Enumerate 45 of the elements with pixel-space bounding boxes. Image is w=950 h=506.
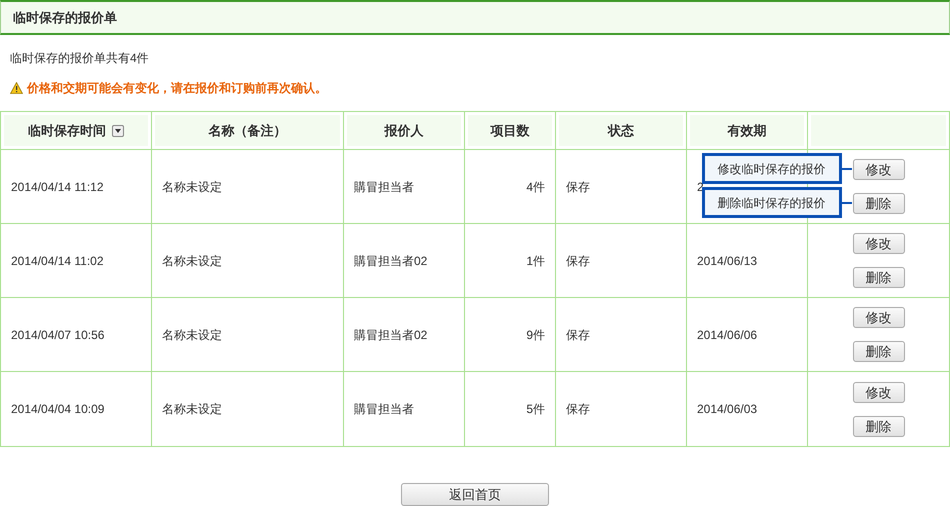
edit-button[interactable]: 修改 <box>852 233 904 254</box>
table-cell-text: 1件 <box>526 252 545 270</box>
table-cell-text: 2014/04/14 11:02 <box>11 252 104 270</box>
table-cell-text: 9件 <box>526 326 545 344</box>
delete-button[interactable]: 删除 <box>852 193 904 214</box>
table-cell-text: 名称未设定 <box>162 178 222 196</box>
page-title: 临时保存的报价单 <box>13 8 117 27</box>
delete-button[interactable]: 删除 <box>852 416 904 436</box>
edit-button[interactable]: 修改 <box>852 159 904 180</box>
delete-button[interactable]: 删除 <box>852 341 904 362</box>
summary-text: 临时保存的报价单共有4件 <box>10 50 149 67</box>
column-header: 临时保存时间 <box>1 112 152 149</box>
back-home-button[interactable]: 返回首页 <box>401 483 549 506</box>
table-cell-text: 名称未设定 <box>162 252 222 270</box>
tooltip: 修改临时保存的报价 <box>702 153 842 184</box>
table-cell-text: 名称未设定 <box>162 326 222 344</box>
table-cell-text: 2014/06/06 <box>697 326 758 344</box>
column-header: 状态 <box>556 112 687 149</box>
sort-dropdown-icon[interactable] <box>112 124 124 136</box>
table-cell-text: 購冒担当者 <box>354 401 414 418</box>
table-cell-text: 5件 <box>526 401 545 418</box>
edit-button[interactable]: 修改 <box>852 307 904 328</box>
column-header: 报价人 <box>344 112 465 149</box>
table-cell-text: 2014/04/07 10:56 <box>11 326 104 344</box>
table-cell-text: 2014/04/14 11:12 <box>11 178 104 196</box>
table-cell-text: 購冒担当者 <box>354 178 414 196</box>
column-header: 项目数 <box>465 112 556 149</box>
edit-button[interactable]: 修改 <box>852 382 904 402</box>
table-cell-text: 購冒担当者02 <box>354 326 428 344</box>
column-header: 名称（备注） <box>152 112 344 149</box>
table-cell-text: 名称未设定 <box>162 401 222 418</box>
table-cell-text: 保存 <box>566 401 590 418</box>
table-cell-text: 2014/04/04 10:09 <box>11 401 104 418</box>
table-cell-text: 2014/06/03 <box>697 401 758 418</box>
table-cell-text: 2014/06/13 <box>697 252 758 270</box>
table-cell-text: 保存 <box>566 252 590 270</box>
column-header: 有效期 <box>687 112 808 149</box>
table-cell-text: 保存 <box>566 178 590 196</box>
delete-button[interactable]: 删除 <box>852 267 904 288</box>
table-cell-text: 4件 <box>526 178 545 196</box>
warning-text: 价格和交期可能会有变化，请在报价和订购前再次确认。 <box>27 80 327 97</box>
table-cell-text: 購冒担当者02 <box>354 252 428 270</box>
tooltip: 删除临时保存的报价 <box>702 187 842 218</box>
table-cell-text: 保存 <box>566 326 590 344</box>
warning-icon <box>10 82 23 94</box>
